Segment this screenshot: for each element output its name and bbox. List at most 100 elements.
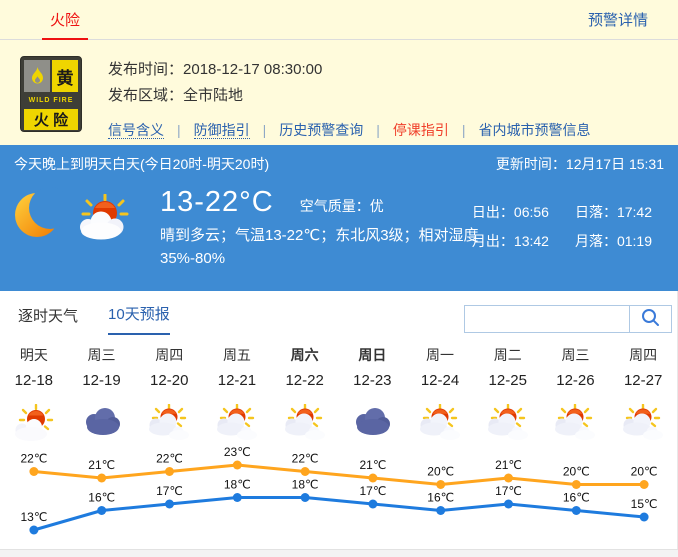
forecast-date: 12-26 [542, 371, 610, 391]
temp-point-label: 16℃ [88, 491, 115, 505]
forecast-day-column[interactable]: 周六12-22 [271, 345, 339, 447]
sunrise-time: 日出：06:56 [472, 202, 549, 222]
forecast-day-name: 周四 [135, 345, 203, 365]
forecast-day-column[interactable]: 周四 12-20 [135, 345, 203, 447]
search-input[interactable] [464, 305, 629, 333]
forecast-day-column[interactable]: 周三12-19 [68, 345, 136, 447]
alert-link[interactable]: 防御指引 [194, 122, 250, 139]
publish-time-value: 2018-12-17 08:30:00 [183, 61, 322, 78]
update-time: 更新时间：12月17日 15:31 [496, 154, 664, 174]
city-search [464, 305, 672, 333]
alert-link[interactable]: 信号含义 [108, 122, 164, 139]
temp-point [504, 500, 513, 509]
temp-point [233, 461, 242, 470]
temp-point-label: 21℃ [359, 458, 386, 472]
forecast-day-name: 周六 [271, 345, 339, 365]
temp-point [640, 513, 649, 522]
temp-point [436, 480, 445, 489]
forecast-date: 12-18 [0, 371, 68, 391]
temp-point [368, 474, 377, 483]
forecast-date: 12-24 [406, 371, 474, 391]
forecast-day-name: 周二 [474, 345, 542, 365]
temperature-line-chart: 22℃21℃22℃23℃22℃21℃20℃21℃20℃20℃13℃16℃17℃1… [0, 447, 678, 547]
alert-link[interactable]: 历史预警查询 [279, 122, 363, 138]
sunset-time: 日落：17:42 [575, 202, 652, 222]
temp-point [572, 480, 581, 489]
temp-point [29, 467, 38, 476]
link-separator: | [263, 122, 267, 138]
temp-point [97, 506, 106, 515]
temp-point [368, 500, 377, 509]
sun-moon-times: 日出：06:56 日落：17:42 月出：13:42 月落：01:19 [472, 202, 652, 251]
temp-point [572, 506, 581, 515]
forecast-day-column[interactable]: 周四12-27 [609, 345, 677, 447]
forecast-day-column[interactable]: 周一 12-24 [406, 345, 474, 447]
temperature-range: 13-22°C [160, 186, 274, 219]
forecast-grid: 明天12-18周三12-19周四12-20周五12-21周六12-22周日12-… [0, 345, 677, 447]
sun-clouds-icon [146, 404, 192, 444]
temp-series-line [34, 465, 644, 485]
tab-hourly-weather[interactable]: 逐时天气 [18, 305, 78, 335]
sun-clouds-icon [417, 404, 463, 444]
forecast-date: 12-27 [609, 371, 677, 391]
forecast-day-column[interactable]: 周二 12-25 [474, 345, 542, 447]
temp-series-line [34, 498, 644, 531]
temp-point-label: 18℃ [292, 478, 319, 492]
bottom-divider-band [0, 549, 678, 557]
tab-10day-forecast[interactable]: 10天预报 [108, 303, 170, 335]
moonrise-time: 月出：13:42 [472, 231, 549, 251]
temp-point-label: 22℃ [20, 452, 47, 466]
tab-fire-risk[interactable]: 火险 [42, 0, 88, 40]
temp-point-label: 16℃ [427, 491, 454, 505]
forecast-day-column[interactable]: 明天 12-18 [0, 345, 68, 447]
cloud-icon [349, 404, 395, 444]
forecast-day-column[interactable]: 周五12-21 [203, 345, 271, 447]
badge-banner-text: WILD FIRE [24, 94, 78, 107]
forecast-section: 逐时天气 10天预报 明天12-18周三12-19周四12-20周五12-21周… [0, 291, 678, 557]
temp-point-label: 22℃ [292, 452, 319, 466]
cloud-icon [79, 404, 125, 444]
weather-description: 晴到多云；气温13-22℃；东北风3级；相对湿度35%-80% [160, 224, 498, 271]
partly-cloudy-icon [135, 401, 203, 447]
temp-point [165, 467, 174, 476]
temp-point [97, 474, 106, 483]
sun-cloud-icon [0, 401, 68, 447]
alert-link[interactable]: 停课指引 [393, 122, 449, 138]
temp-point [504, 474, 513, 483]
forecast-day-column[interactable]: 周日12-23 [338, 345, 406, 447]
publish-time-line: 发布时间：2018-12-17 08:30:00 [108, 58, 591, 82]
current-weather-panel: 今天晚上到明天白天(今日20时-明天20时) 更新时间：12月17日 15:31 [0, 145, 678, 291]
moonset-time: 月落：01:19 [575, 231, 652, 251]
temp-point-label: 21℃ [88, 458, 115, 472]
temp-point-label: 16℃ [563, 491, 590, 505]
sun-clouds-icon [485, 404, 531, 444]
forecast-day-name: 周一 [406, 345, 474, 365]
sun-clouds-icon [214, 404, 260, 444]
crescent-moon-icon [14, 186, 64, 249]
badge-level-char: 黄 [52, 60, 78, 92]
forecast-date: 12-20 [135, 371, 203, 391]
forecast-period-title: 今天晚上到明天白天(今日20时-明天20时) [14, 154, 269, 174]
temp-point-label: 13℃ [20, 510, 47, 524]
search-button[interactable] [629, 305, 672, 333]
temp-point [301, 493, 310, 502]
forecast-date: 12-25 [474, 371, 542, 391]
temp-point [436, 506, 445, 515]
forecast-day-column[interactable]: 周三12-26 [542, 345, 610, 447]
temp-point-label: 22℃ [156, 452, 183, 466]
sun-cloud-icon [11, 404, 57, 444]
cloudy-icon [68, 401, 136, 447]
publish-area-value: 全市陆地 [183, 87, 243, 104]
temp-point-label: 21℃ [495, 458, 522, 472]
search-icon [641, 308, 660, 330]
forecast-day-name: 周日 [338, 345, 406, 365]
link-separator: | [462, 122, 466, 138]
alert-link[interactable]: 省内城市预警信息 [479, 122, 591, 138]
air-quality-value: 优 [370, 198, 384, 214]
temp-point-label: 20℃ [563, 465, 590, 479]
forecast-day-name: 明天 [0, 345, 68, 365]
partly-cloudy-icon [474, 401, 542, 447]
cloudy-icon [338, 401, 406, 447]
forecast-day-name: 周三 [68, 345, 136, 365]
alert-detail-link[interactable]: 预警详情 [588, 0, 648, 39]
